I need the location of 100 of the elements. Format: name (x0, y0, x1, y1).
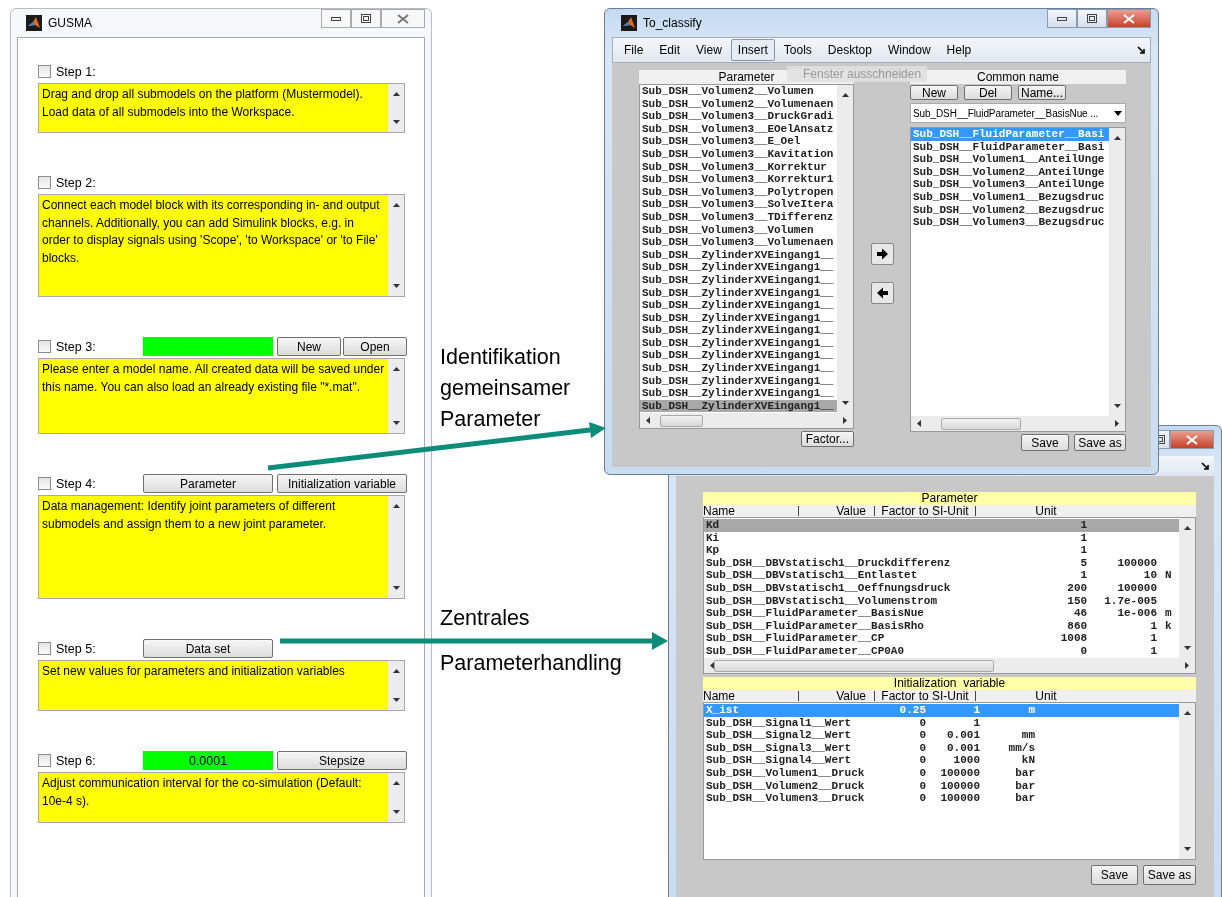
table-row[interactable]: Sub_DSH__Signal4__Wert 0 1000 kN (704, 754, 1179, 767)
text-area[interactable]: Set new values for parameters and initialization variables (38, 660, 405, 711)
menu-item[interactable]: Tools (776, 39, 819, 61)
table-row[interactable]: Sub_DSH__FluidParameter__CP 1008 1 (704, 632, 1179, 645)
table-row[interactable]: Ki 1 (704, 531, 1179, 545)
list-item[interactable]: Sub_DSH__Volumen2__Volumen (640, 85, 837, 98)
table-row[interactable]: Sub_DSH__DBVstatisch1__Druckdifferenz 5 100000 (704, 556, 1179, 570)
scrollbar[interactable] (640, 413, 853, 428)
list-item[interactable]: Sub_DSH__Volumen3__Korrektur (640, 160, 837, 174)
list-item[interactable]: Sub_DSH__Volumen3__TDifferenz (640, 210, 837, 224)
scrollbar[interactable] (388, 496, 404, 598)
list-item[interactable]: Sub_DSH__ZylinderXVEingang1__ (640, 387, 837, 400)
list-item[interactable]: Sub_DSH__Volumen1__Bezugsdruc (911, 190, 1109, 204)
action-button[interactable]: Save (1021, 434, 1069, 451)
input-field[interactable] (143, 337, 273, 356)
table-row[interactable]: Sub_DSH__DBVstatisch1__Oeffnungsdruck 200 100000 (704, 581, 1179, 595)
scrollbar[interactable] (911, 416, 1125, 431)
list-item[interactable]: Sub_DSH__Volumen3__Polytropen (640, 185, 837, 199)
list-item[interactable]: Sub_DSH__Volumen3__E_Oel (640, 135, 837, 148)
scrollbar[interactable] (388, 773, 404, 822)
maximize-button[interactable] (351, 9, 381, 28)
list-item[interactable]: Sub_DSH__Volumen3__DruckGradi (640, 110, 837, 123)
list-item[interactable]: Sub_DSH__ZylinderXVEingang1__ (640, 399, 837, 413)
list-item[interactable]: Sub_DSH__Volumen2__Volumenaen (640, 97, 837, 111)
menu-item[interactable]: File (617, 39, 651, 61)
list-item[interactable]: Sub_DSH__Volumen2__Bezugsdruc (911, 203, 1109, 217)
action-button[interactable]: Initialization variable (277, 474, 407, 493)
minimize-button[interactable] (321, 9, 351, 28)
scroll-thumb[interactable] (660, 414, 703, 427)
action-button[interactable]: Data set (143, 639, 273, 658)
table-row[interactable]: Sub_DSH__Signal2__Wert 0 0.001 mm (704, 729, 1179, 742)
list-item[interactable]: Sub_DSH__Volumen3__Kavitation (640, 147, 837, 161)
action-button[interactable]: Name... (1018, 85, 1066, 100)
dropdown[interactable]: Sub_DSH__FluidParameter__BasisNue ... (910, 103, 1126, 123)
text-area[interactable]: Data management: Identify joint parameters of different submodels and assign them to a new joint parameter. (38, 495, 405, 599)
menu-item[interactable]: Help (939, 39, 979, 61)
scrollbar[interactable] (388, 359, 404, 433)
list-item[interactable]: Sub_DSH__Volumen3__EOelAnsatz (640, 122, 837, 136)
list-item[interactable]: Sub_DSH__Volumen3__AnteilUnge (911, 178, 1109, 191)
checkbox[interactable] (38, 642, 51, 655)
action-button[interactable]: New (910, 85, 958, 100)
table-row[interactable]: Sub_DSH__Signal3__Wert 0 0.001 mm/s (704, 741, 1179, 755)
list-item[interactable]: Sub_DSH__ZylinderXVEingang1__ (640, 299, 837, 312)
move-right-button[interactable] (870, 243, 894, 265)
scrollbar[interactable] (388, 84, 404, 132)
menu-item[interactable]: Insert (730, 39, 775, 61)
action-button[interactable]: Factor... (800, 431, 854, 447)
menu-item[interactable]: View (689, 39, 729, 61)
dock-arrow-icon[interactable] (1201, 461, 1210, 471)
action-button[interactable]: Save (1091, 865, 1138, 885)
checkbox[interactable] (38, 65, 51, 78)
scrollbar[interactable] (837, 85, 853, 413)
action-button[interactable]: Save as (1143, 865, 1196, 885)
table-row[interactable]: Sub_DSH__FluidParameter__BasisNue 46 1e-006 m (704, 607, 1179, 620)
scrollbar[interactable] (1109, 128, 1125, 416)
list-item[interactable]: Sub_DSH__Volumen3__Bezugsdruc (911, 216, 1109, 229)
table-row[interactable]: Kd 1 (704, 519, 1179, 532)
table-row[interactable]: Sub_DSH__DBVstatisch1__Volumenstrom 150 1.7e-005 (704, 594, 1179, 608)
checkbox[interactable] (38, 754, 51, 767)
list-item[interactable]: Sub_DSH__Volumen3__Volumenaen (640, 236, 837, 249)
menu-item[interactable]: Window (880, 39, 938, 61)
list-item[interactable]: Sub_DSH__ZylinderXVEingang1__ (640, 336, 837, 350)
text-area[interactable]: Adjust communication interval for the co-simulation (Default: 10e-4 s). (38, 772, 405, 823)
text-area[interactable]: Connect each model block with its corresponding in- and output channels. Additionally, you can add Simulink blocks, e.g. in order to display signals using 'Scope', 'to Workspace' or 'to File' blocks. (38, 194, 405, 297)
table-row[interactable]: Kp 1 (704, 544, 1179, 557)
list-item[interactable]: Sub_DSH__ZylinderXVEingang1__ (640, 349, 837, 363)
close-button[interactable] (1107, 9, 1151, 28)
list-item[interactable]: Sub_DSH__Volumen3__Volumen (640, 223, 837, 237)
scrollbar[interactable] (1179, 703, 1195, 859)
list-item[interactable]: Sub_DSH__ZylinderXVEingang1__ (640, 374, 837, 388)
list-item[interactable]: Sub_DSH__ZylinderXVEingang1__ (640, 286, 837, 300)
action-button[interactable]: New (277, 337, 341, 356)
list-item[interactable]: Sub_DSH__Volumen3__Korrektur1 (640, 173, 837, 186)
action-button[interactable]: Open (343, 337, 407, 356)
list-item[interactable]: Sub_DSH__ZylinderXVEingang1__ (640, 261, 837, 274)
list-item[interactable]: Sub_DSH__ZylinderXVEingang1__ (640, 324, 837, 337)
text-area[interactable]: Please enter a model name. All created data will be saved under this name. You can also load an already existing file "*.mat". (38, 358, 405, 434)
scroll-thumb[interactable] (714, 659, 994, 672)
close-button[interactable] (381, 9, 425, 28)
minimize-button[interactable] (1047, 9, 1077, 28)
text-area[interactable]: Drag and drop all submodels on the platform (Mustermodel). Load data of all submodels into the Workspace. (38, 83, 405, 133)
scrollbar[interactable] (388, 195, 404, 296)
scrollbar[interactable] (388, 661, 404, 710)
maximize-button[interactable] (1077, 9, 1107, 28)
table-row[interactable]: Sub_DSH__Volumen3__Druck 0 100000 bar (704, 792, 1179, 805)
action-button[interactable]: Del (964, 85, 1012, 100)
scrollbar[interactable] (704, 658, 1195, 673)
list-item[interactable]: Sub_DSH__Volumen3__SolveItera (640, 198, 837, 211)
table-row[interactable]: Sub_DSH__FluidParameter__CP0A0 0 1 (704, 644, 1179, 658)
checkbox[interactable] (38, 477, 51, 490)
table-row[interactable]: Sub_DSH__Signal1__Wert 0 1 (704, 716, 1179, 730)
list-item[interactable]: Sub_DSH__Volumen2__AnteilUnge (911, 165, 1109, 179)
menu-item[interactable]: Desktop (820, 39, 879, 61)
close-button[interactable] (1170, 430, 1214, 449)
checkbox[interactable] (38, 340, 51, 353)
scroll-thumb[interactable] (941, 417, 1021, 430)
checkbox[interactable] (38, 176, 51, 189)
action-button[interactable]: Save as (1074, 434, 1126, 451)
list-item[interactable]: Sub_DSH__FluidParameter__Basi (911, 140, 1109, 154)
scrollbar[interactable] (1179, 518, 1195, 658)
